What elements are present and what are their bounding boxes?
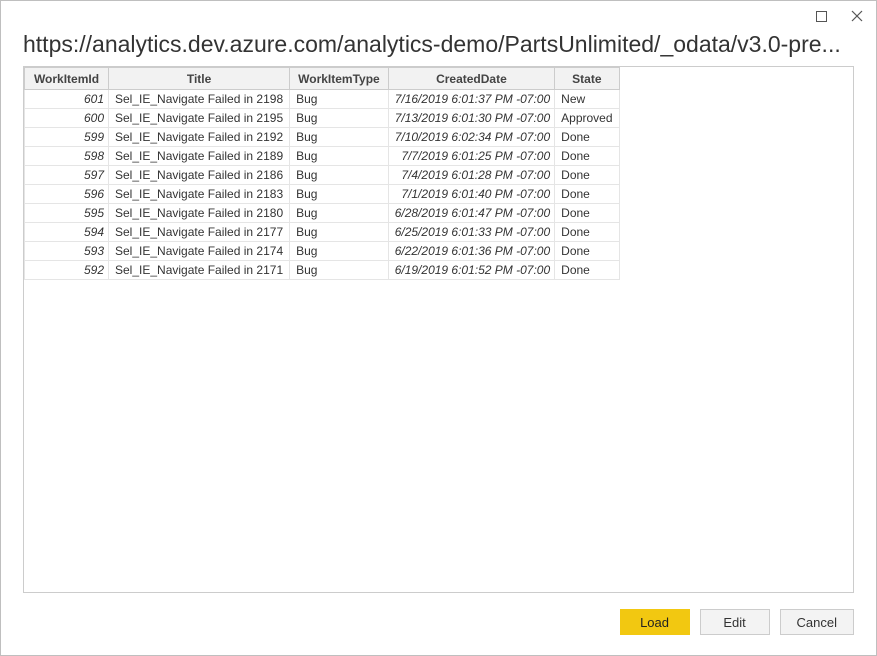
cell-title: Sel_IE_Navigate Failed in 2198 bbox=[109, 90, 290, 109]
dialog-header: https://analytics.dev.azure.com/analytic… bbox=[1, 31, 876, 66]
cell-workitemtype: Bug bbox=[290, 147, 389, 166]
cell-workitemid: 592 bbox=[25, 261, 109, 280]
cell-workitemid: 600 bbox=[25, 109, 109, 128]
cell-workitemid: 594 bbox=[25, 223, 109, 242]
cell-title: Sel_IE_Navigate Failed in 2183 bbox=[109, 185, 290, 204]
table-row[interactable]: 596Sel_IE_Navigate Failed in 2183Bug7/1/… bbox=[25, 185, 620, 204]
cell-workitemid: 596 bbox=[25, 185, 109, 204]
cell-state: Approved bbox=[555, 109, 619, 128]
col-header-createddate[interactable]: CreatedDate bbox=[388, 68, 554, 90]
table-row[interactable]: 599Sel_IE_Navigate Failed in 2192Bug7/10… bbox=[25, 128, 620, 147]
cell-workitemid: 597 bbox=[25, 166, 109, 185]
dialog-footer: Load Edit Cancel bbox=[1, 605, 876, 655]
cell-title: Sel_IE_Navigate Failed in 2177 bbox=[109, 223, 290, 242]
cell-state: Done bbox=[555, 261, 619, 280]
col-header-workitemtype[interactable]: WorkItemType bbox=[290, 68, 389, 90]
cell-workitemid: 593 bbox=[25, 242, 109, 261]
cell-workitemtype: Bug bbox=[290, 128, 389, 147]
edit-button[interactable]: Edit bbox=[700, 609, 770, 635]
cell-createddate: 7/10/2019 6:02:34 PM -07:00 bbox=[388, 128, 554, 147]
load-button[interactable]: Load bbox=[620, 609, 690, 635]
cell-workitemid: 595 bbox=[25, 204, 109, 223]
cell-title: Sel_IE_Navigate Failed in 2186 bbox=[109, 166, 290, 185]
cell-workitemtype: Bug bbox=[290, 90, 389, 109]
dialog-window: https://analytics.dev.azure.com/analytic… bbox=[0, 0, 877, 656]
col-header-workitemid[interactable]: WorkItemId bbox=[25, 68, 109, 90]
table-row[interactable]: 598Sel_IE_Navigate Failed in 2189Bug7/7/… bbox=[25, 147, 620, 166]
cell-createddate: 7/7/2019 6:01:25 PM -07:00 bbox=[388, 147, 554, 166]
cell-title: Sel_IE_Navigate Failed in 2174 bbox=[109, 242, 290, 261]
close-icon[interactable] bbox=[850, 9, 864, 23]
cell-workitemid: 598 bbox=[25, 147, 109, 166]
cancel-button[interactable]: Cancel bbox=[780, 609, 854, 635]
table-row[interactable]: 593Sel_IE_Navigate Failed in 2174Bug6/22… bbox=[25, 242, 620, 261]
table-row[interactable]: 595Sel_IE_Navigate Failed in 2180Bug6/28… bbox=[25, 204, 620, 223]
cell-createddate: 6/22/2019 6:01:36 PM -07:00 bbox=[388, 242, 554, 261]
dialog-title: https://analytics.dev.azure.com/analytic… bbox=[23, 31, 854, 58]
cell-workitemtype: Bug bbox=[290, 242, 389, 261]
cell-createddate: 6/19/2019 6:01:52 PM -07:00 bbox=[388, 261, 554, 280]
table-row[interactable]: 597Sel_IE_Navigate Failed in 2186Bug7/4/… bbox=[25, 166, 620, 185]
cell-workitemtype: Bug bbox=[290, 261, 389, 280]
cell-state: Done bbox=[555, 204, 619, 223]
cell-state: Done bbox=[555, 166, 619, 185]
maximize-icon[interactable] bbox=[814, 9, 828, 23]
cell-workitemid: 601 bbox=[25, 90, 109, 109]
cell-workitemtype: Bug bbox=[290, 204, 389, 223]
cell-workitemtype: Bug bbox=[290, 223, 389, 242]
col-header-state[interactable]: State bbox=[555, 68, 619, 90]
cell-state: Done bbox=[555, 223, 619, 242]
table-row[interactable]: 601Sel_IE_Navigate Failed in 2198Bug7/16… bbox=[25, 90, 620, 109]
cell-state: Done bbox=[555, 147, 619, 166]
cell-title: Sel_IE_Navigate Failed in 2189 bbox=[109, 147, 290, 166]
cell-workitemtype: Bug bbox=[290, 185, 389, 204]
table-header-row: WorkItemId Title WorkItemType CreatedDat… bbox=[25, 68, 620, 90]
table-row[interactable]: 592Sel_IE_Navigate Failed in 2171Bug6/19… bbox=[25, 261, 620, 280]
cell-createddate: 6/25/2019 6:01:33 PM -07:00 bbox=[388, 223, 554, 242]
cell-title: Sel_IE_Navigate Failed in 2192 bbox=[109, 128, 290, 147]
cell-title: Sel_IE_Navigate Failed in 2180 bbox=[109, 204, 290, 223]
preview-pane[interactable]: WorkItemId Title WorkItemType CreatedDat… bbox=[23, 66, 854, 593]
cell-createddate: 7/16/2019 6:01:37 PM -07:00 bbox=[388, 90, 554, 109]
cell-workitemid: 599 bbox=[25, 128, 109, 147]
cell-state: Done bbox=[555, 242, 619, 261]
cell-createddate: 7/13/2019 6:01:30 PM -07:00 bbox=[388, 109, 554, 128]
cell-title: Sel_IE_Navigate Failed in 2171 bbox=[109, 261, 290, 280]
cell-workitemtype: Bug bbox=[290, 109, 389, 128]
cell-state: Done bbox=[555, 128, 619, 147]
cell-createddate: 7/4/2019 6:01:28 PM -07:00 bbox=[388, 166, 554, 185]
cell-state: New bbox=[555, 90, 619, 109]
cell-createddate: 6/28/2019 6:01:47 PM -07:00 bbox=[388, 204, 554, 223]
cell-state: Done bbox=[555, 185, 619, 204]
data-table: WorkItemId Title WorkItemType CreatedDat… bbox=[24, 67, 620, 280]
cell-createddate: 7/1/2019 6:01:40 PM -07:00 bbox=[388, 185, 554, 204]
cell-title: Sel_IE_Navigate Failed in 2195 bbox=[109, 109, 290, 128]
col-header-title[interactable]: Title bbox=[109, 68, 290, 90]
table-row[interactable]: 594Sel_IE_Navigate Failed in 2177Bug6/25… bbox=[25, 223, 620, 242]
titlebar bbox=[1, 1, 876, 31]
table-row[interactable]: 600Sel_IE_Navigate Failed in 2195Bug7/13… bbox=[25, 109, 620, 128]
cell-workitemtype: Bug bbox=[290, 166, 389, 185]
